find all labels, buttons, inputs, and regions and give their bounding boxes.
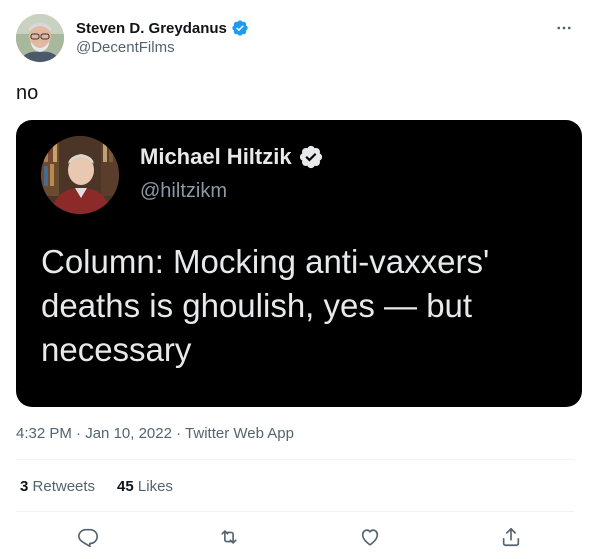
like-button[interactable] xyxy=(357,524,383,550)
avatar-photo-icon xyxy=(16,14,64,62)
quoted-name-row: Michael Hiltzik xyxy=(140,144,324,170)
quoted-verified-badge-icon xyxy=(298,144,324,170)
retweet-button[interactable] xyxy=(216,524,242,550)
tweet-date[interactable]: Jan 10, 2022 xyxy=(85,425,172,442)
more-icon xyxy=(557,26,571,30)
retweet-icon xyxy=(221,530,237,544)
author-handle[interactable]: @DecentFilms xyxy=(76,39,175,56)
more-options-button[interactable] xyxy=(554,18,574,38)
share-button[interactable] xyxy=(498,524,524,550)
retweets-label: Retweets xyxy=(32,478,96,495)
tweet-text: no xyxy=(16,82,39,104)
quoted-avatar xyxy=(41,136,119,214)
likes-stat[interactable]: 45 Likes xyxy=(117,478,173,495)
author-name[interactable]: Steven D. Greydanus xyxy=(76,20,227,37)
quoted-headline: Column: Mocking anti-vaxxers' deaths is … xyxy=(41,243,490,368)
author-avatar[interactable] xyxy=(16,14,64,62)
likes-count: 45 xyxy=(117,478,134,495)
reply-button[interactable] xyxy=(75,524,101,550)
tweet-source[interactable]: Twitter Web App xyxy=(185,425,294,442)
tweet-media-image[interactable]: Michael Hiltzik @hiltzikm Column: Mockin… xyxy=(16,120,582,407)
meta-separator: · xyxy=(76,425,82,442)
tweet-metadata: 4:32 PM · Jan 10, 2022 · Twitter Web App xyxy=(16,425,294,442)
action-bar xyxy=(16,522,574,552)
quoted-avatar-photo-icon xyxy=(41,136,119,214)
author-name-row[interactable]: Steven D. Greydanus xyxy=(76,19,249,37)
retweets-stat[interactable]: 3 Retweets xyxy=(20,478,95,495)
retweets-count: 3 xyxy=(20,478,29,495)
quoted-handle: @hiltzikm xyxy=(140,180,227,202)
share-icon xyxy=(502,527,520,547)
tweet-time[interactable]: 4:32 PM xyxy=(16,425,72,442)
likes-label: Likes xyxy=(137,478,173,495)
like-icon xyxy=(361,529,379,546)
reply-icon xyxy=(78,528,98,548)
divider-bottom xyxy=(16,511,574,512)
meta-separator-2: · xyxy=(176,425,182,442)
verified-badge-icon xyxy=(231,19,249,37)
divider-top xyxy=(16,459,574,460)
quoted-name: Michael Hiltzik xyxy=(140,144,292,169)
engagement-stats: 3 Retweets 45 Likes xyxy=(20,478,173,495)
